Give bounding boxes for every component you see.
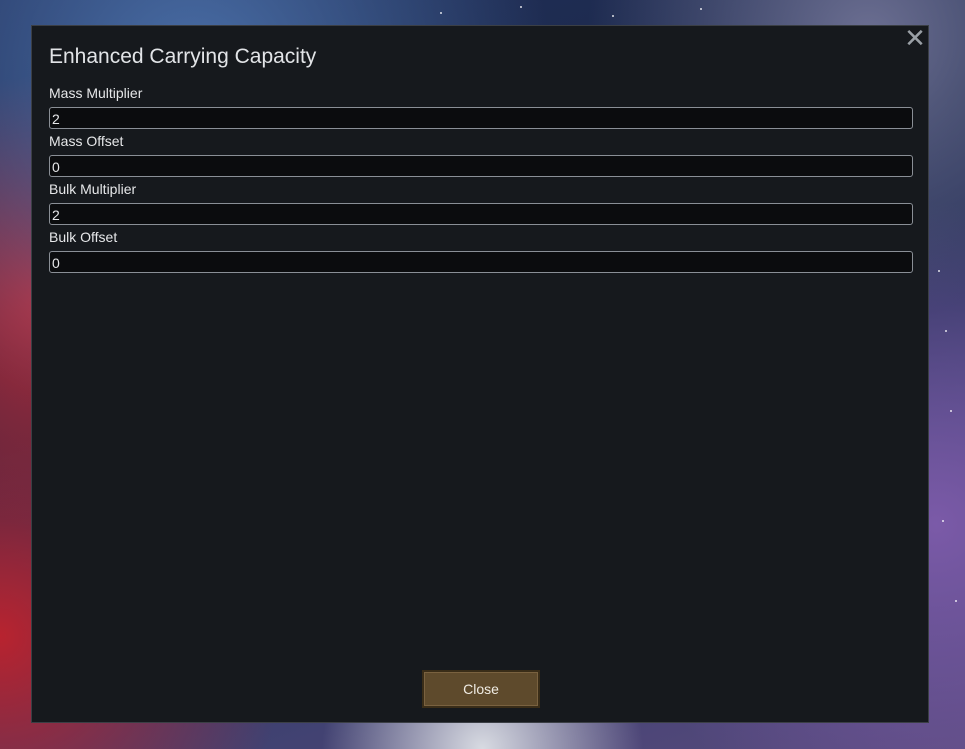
settings-dialog: Enhanced Carrying Capacity ✕ Mass Multip…	[31, 25, 929, 723]
star	[520, 6, 522, 8]
bulk-offset-input[interactable]: 0	[49, 251, 913, 273]
star	[612, 15, 614, 17]
bulk-offset-label: Bulk Offset	[49, 229, 118, 245]
close-button[interactable]: Close	[422, 670, 540, 708]
bulk-multiplier-label: Bulk Multiplier	[49, 181, 137, 197]
star	[938, 270, 940, 272]
star	[942, 520, 944, 522]
mass-multiplier-input[interactable]: 2	[49, 107, 913, 129]
mass-offset-input[interactable]: 0	[49, 155, 913, 177]
star	[700, 8, 702, 10]
mass-offset-label: Mass Offset	[49, 133, 124, 149]
bulk-multiplier-input[interactable]: 2	[49, 203, 913, 225]
dialog-title: Enhanced Carrying Capacity	[49, 45, 317, 68]
star	[440, 12, 442, 14]
star	[945, 330, 947, 332]
star	[955, 600, 957, 602]
mass-multiplier-label: Mass Multiplier	[49, 85, 143, 101]
close-icon[interactable]: ✕	[903, 25, 927, 51]
star	[950, 410, 952, 412]
